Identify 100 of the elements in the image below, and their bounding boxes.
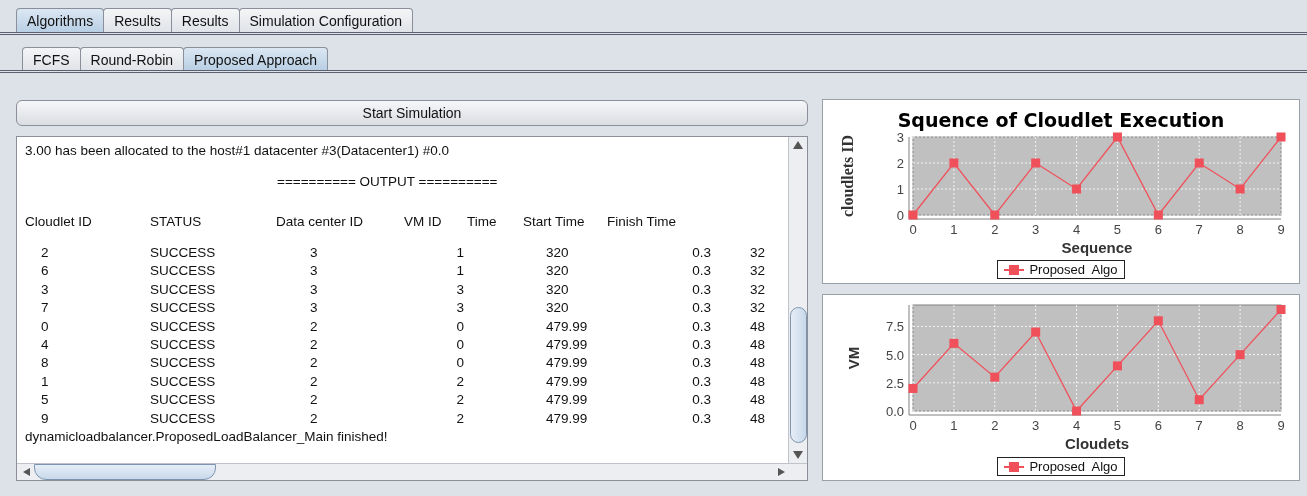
table-cell-text: 2	[455, 410, 465, 428]
x-tick-label: 0	[909, 222, 917, 237]
tab[interactable]: Simulation Configuration	[238, 8, 414, 32]
table-cell-text: 32	[749, 281, 767, 299]
table-cell-text: 5	[40, 392, 50, 410]
data-point	[949, 158, 959, 168]
table-cell-text: 0	[455, 336, 465, 354]
chart-title: Squence of Cloudlet Execution	[897, 109, 1225, 131]
table-cell-text: 479.99	[545, 373, 589, 391]
data-point	[990, 210, 1000, 220]
tab[interactable]: Round-Robin	[79, 47, 185, 70]
column-header: Data center ID	[276, 214, 365, 229]
data-point	[1153, 316, 1163, 326]
table-cell-text: 1	[455, 263, 465, 281]
x-tick-label: 6	[1154, 222, 1162, 237]
table-cell-text: SUCCESS	[150, 336, 217, 354]
table-cell-text: 320	[545, 263, 570, 281]
data-point	[908, 210, 918, 220]
data-point	[1235, 184, 1245, 194]
y-tick-label: 1	[896, 182, 904, 197]
table-cell-text: 479.99	[545, 336, 589, 354]
x-tick-label: 4	[1072, 418, 1081, 433]
x-tick-label: 8	[1236, 222, 1244, 237]
table-cell-text: 2	[309, 410, 319, 428]
x-tick-label: 2	[991, 222, 999, 237]
output-heading: ========== OUTPUT ==========	[277, 173, 499, 191]
table-cell-text: 320	[545, 245, 570, 262]
table-cell-text: SUCCESS	[150, 318, 217, 336]
table-cell-text: 0.3	[691, 281, 712, 299]
table-cell-text: 3	[309, 245, 319, 262]
table-cell-text: SUCCESS	[150, 373, 217, 391]
data-point	[1153, 210, 1163, 220]
data-point	[1112, 361, 1122, 371]
data-point	[1031, 158, 1041, 168]
table-cell-text: SUCCESS	[150, 300, 217, 318]
tab[interactable]: Results	[103, 8, 172, 32]
x-tick-label: 3	[1032, 222, 1040, 237]
y-tick-label: 5.0	[885, 347, 904, 363]
start-simulation-button[interactable]: Start Simulation	[16, 100, 808, 126]
table-cell-text: 3	[309, 281, 319, 299]
table-cell-text: 0.3	[691, 373, 712, 391]
table-cell-text: 0.3	[691, 336, 712, 354]
data-point	[908, 383, 918, 393]
column-header: Start Time	[523, 214, 586, 229]
table-cell-text: 2	[455, 392, 465, 410]
y-axis-label: VM	[845, 346, 862, 370]
legend-label: Proposed Algo	[1029, 262, 1118, 277]
data-point	[1276, 305, 1286, 314]
x-tick-label: 7	[1195, 418, 1203, 433]
table-cell-text: 32	[749, 263, 767, 281]
table-cell-text: 320	[545, 281, 570, 299]
x-tick-label: 1	[950, 418, 958, 433]
table-cell-text: 1	[40, 373, 50, 391]
table-cell-text: 9	[40, 410, 50, 428]
tab[interactable]: FCFS	[22, 47, 81, 70]
y-tick-label: 3	[896, 130, 904, 145]
table-cell-text: 3	[40, 281, 50, 299]
log-line: 3.00 has been allocated to the host#1 datacenter #3(Datacenter1) #0.0	[25, 143, 451, 160]
tab[interactable]: Results	[170, 8, 240, 32]
table-cell-text: 320	[545, 300, 570, 318]
y-axis-label: cloudlets ID	[839, 134, 856, 218]
column-header: STATUS	[150, 214, 203, 229]
vertical-scrollbar[interactable]	[788, 137, 807, 463]
table-cell-text: 32	[749, 300, 767, 318]
table-cell-text: 32	[749, 245, 767, 262]
x-tick-label: 9	[1277, 418, 1285, 433]
table-cell-text: 2	[309, 373, 319, 391]
table-cell-text: SUCCESS	[150, 281, 217, 299]
x-axis-label: Sequence	[1061, 239, 1133, 256]
table-cell-text: SUCCESS	[150, 392, 217, 410]
table-cell-text: 0	[455, 318, 465, 336]
table-cell-text: 48	[749, 373, 767, 391]
table-cell-text: 48	[749, 355, 767, 373]
table-cell-text: 48	[749, 336, 767, 354]
tab[interactable]: Proposed Approach	[183, 47, 329, 70]
x-tick-label: 5	[1113, 418, 1122, 433]
data-point	[949, 338, 959, 348]
table-cell-text: 48	[749, 392, 767, 410]
table-cell-text: 1	[455, 245, 465, 262]
table-cell-text: SUCCESS	[150, 263, 217, 281]
table-cell-text: 479.99	[545, 392, 589, 410]
y-tick-label: 0.0	[885, 404, 904, 419]
x-tick-label: 6	[1154, 418, 1162, 433]
x-tick-label: 9	[1277, 222, 1285, 237]
table-cell-text: 0.3	[691, 300, 712, 318]
table-cell-text: 0	[455, 355, 465, 373]
x-tick-label: 1	[950, 222, 958, 237]
table-cell-text: 8	[40, 355, 50, 373]
x-tick-label: 0	[909, 418, 917, 433]
horizontal-scrollbar[interactable]	[17, 463, 807, 480]
data-point	[1276, 132, 1286, 142]
table-cell-text: SUCCESS	[150, 355, 217, 373]
tab[interactable]: Algorithms	[16, 8, 105, 32]
data-point	[1112, 132, 1122, 142]
column-header: VM ID	[404, 214, 443, 229]
table-cell-text: 3	[455, 300, 465, 318]
data-point	[1072, 184, 1082, 194]
table-cell-text: 7	[40, 300, 50, 318]
table-cell-text: 479.99	[545, 318, 589, 336]
x-tick-label: 8	[1236, 418, 1244, 433]
